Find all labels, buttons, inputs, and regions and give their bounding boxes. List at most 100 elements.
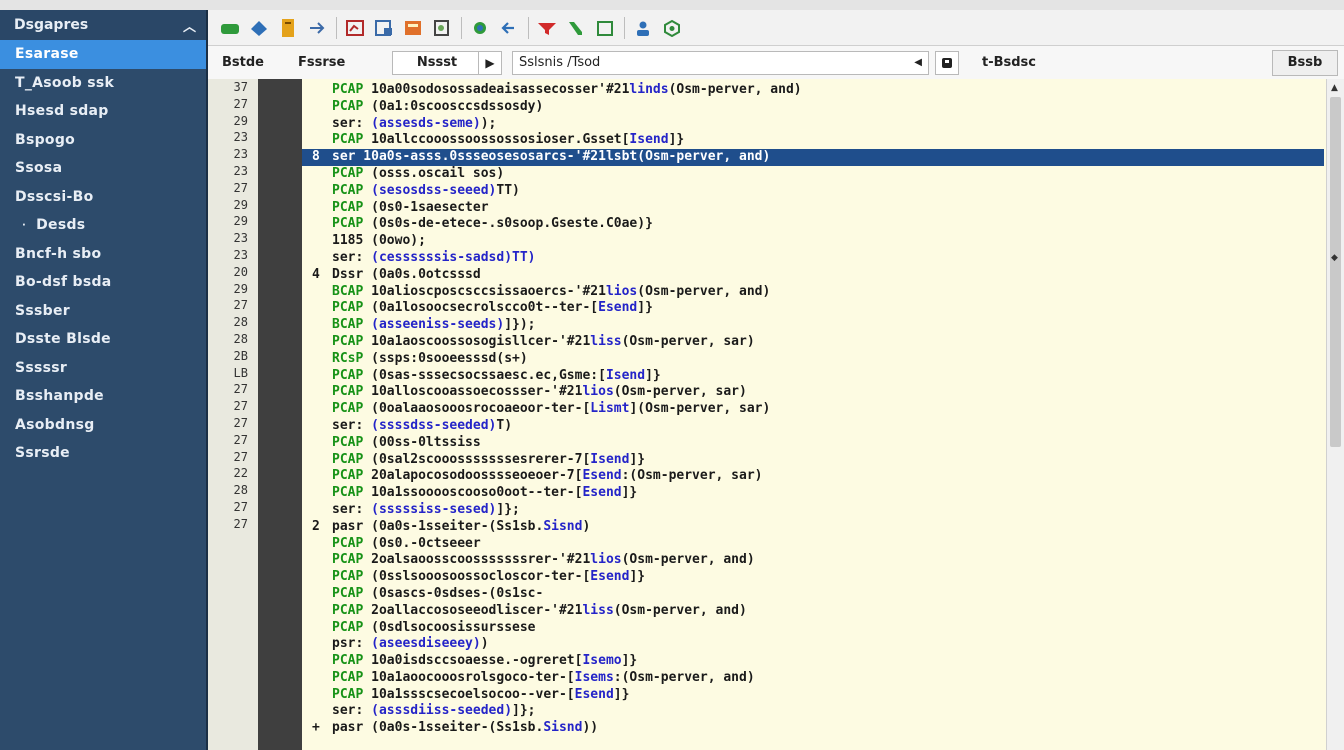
sidebar-item[interactable]: Ssrsde xyxy=(0,439,206,468)
code-line[interactable]: PCAP (00ss-0ltssiss xyxy=(302,435,1324,452)
back-arrow-icon[interactable] xyxy=(497,16,521,40)
filter-icon[interactable] xyxy=(535,16,559,40)
code-line[interactable]: ser: (ssssdss-seeded)T) xyxy=(302,418,1324,435)
code-tail: ]}; xyxy=(496,501,520,517)
code-line[interactable]: PCAP (0sas-sssecsocssaesc.ec,Gsme:[Isend… xyxy=(302,368,1324,385)
sidebar-item[interactable]: T_Asoob ssk xyxy=(0,69,206,98)
line-number: 37 xyxy=(233,80,248,94)
print-icon[interactable] xyxy=(372,16,396,40)
code-line[interactable]: PCAP 10alloscooassoecossser-'#21lios(Osm… xyxy=(302,384,1324,401)
code-tail: ]} xyxy=(621,653,638,669)
zoom-icon[interactable] xyxy=(430,16,454,40)
image-icon[interactable] xyxy=(401,16,425,40)
user-icon[interactable] xyxy=(631,16,655,40)
sidebar-item[interactable]: Bsshanpde xyxy=(0,382,206,411)
code-line[interactable]: PCAP 10a1aoocooosrolsgoco-ter-[Isems:(Os… xyxy=(302,670,1324,687)
sidebar-item-label: Esarase xyxy=(15,46,79,63)
sidebar-item[interactable]: Bncf-h sbo xyxy=(0,240,206,269)
sidebar-item[interactable]: Asobdnsg xyxy=(0,411,206,440)
chevron-up-icon[interactable]: ︿ xyxy=(183,16,196,35)
code-line[interactable]: PCAP 10a0isdsccsoaesse.-ogreret[Isemo]} xyxy=(302,653,1324,670)
code-line[interactable]: ser: (assesds-seme)); xyxy=(302,116,1324,133)
code-kw: PCAP xyxy=(332,485,364,501)
code-line[interactable]: PCAP 10a1aoscoossosogisllcer-'#21liss(Os… xyxy=(302,334,1324,351)
bookmark-button[interactable] xyxy=(935,50,959,75)
sidebar-item[interactable]: Dsste Blsde xyxy=(0,325,206,354)
sidebar-item[interactable]: Bspogo xyxy=(0,126,206,155)
code-kw: PCAP xyxy=(332,132,364,148)
code-line[interactable]: 4 Dssr (0a0s.0otcsssd xyxy=(302,267,1324,284)
sidebar-item[interactable]: Esarase xyxy=(0,40,206,69)
code-rest: (0sdlsocoosissurssese xyxy=(363,619,536,635)
sidebar-item[interactable]: Hsesd sdap xyxy=(0,97,206,126)
save-icon[interactable] xyxy=(247,16,271,40)
code-blu: lios xyxy=(590,552,622,568)
chart-icon[interactable] xyxy=(343,16,367,40)
code-line[interactable]: BCAP 10alioscposcsccsissaoercs-'#21lios(… xyxy=(302,284,1324,301)
sidebar-item[interactable]: Ssosa xyxy=(0,154,206,183)
sidebar-item-label: Desds xyxy=(36,217,86,234)
code-line[interactable]: PCAP (0sslsooosoossocloscor-ter-[Esend]} xyxy=(302,569,1324,586)
code-line[interactable]: ser: (asssdiiss-seeded)]}; xyxy=(302,703,1324,720)
code-line[interactable]: PCAP (0s0-1saesecter xyxy=(302,200,1324,217)
code-line[interactable]: PCAP (0s0s-de-etece-.s0soop.Gseste.C0ae)… xyxy=(302,216,1324,233)
refresh-icon[interactable] xyxy=(468,16,492,40)
code-line[interactable]: psr: (aseesdiseeey)) xyxy=(302,636,1324,653)
code-line[interactable]: PCAP 20alapocosodoosssseoeoer-7[Esend:(O… xyxy=(302,468,1324,485)
code-kw: ser: xyxy=(332,501,364,517)
code-line[interactable]: + pasr (0a0s-1sseiter-(Ss1sb.Sisnd)) xyxy=(302,720,1324,737)
code-line[interactable]: PCAP (0oalaaosooosrocoaeoor-ter-[Lismt](… xyxy=(302,401,1324,418)
code-line[interactable]: ser: (cessssssis-sadsd)TT) xyxy=(302,250,1324,267)
phone-icon[interactable] xyxy=(564,16,588,40)
code-line[interactable]: PCAP 10a1ssscsecoelsocoo--ver-[Esend]} xyxy=(302,687,1324,704)
sidebar-header[interactable]: Dsgapres ︿ xyxy=(0,10,206,40)
export-icon[interactable] xyxy=(305,16,329,40)
filter-input[interactable]: Sslsnis /Tsod ◀ xyxy=(512,50,929,75)
code-line[interactable]: PCAP (sesosdss-seeed)TT) xyxy=(302,183,1324,200)
sidebar-item[interactable]: Sssber xyxy=(0,297,206,326)
code-line[interactable]: PCAP 10allccooossoossossosioser.Gsset[Is… xyxy=(302,132,1324,149)
open-file-icon[interactable] xyxy=(218,16,242,40)
code-line[interactable]: PCAP 2oallaccososeeodliscer-'#21liss(Osm… xyxy=(302,603,1324,620)
sidebar-item[interactable]: Sssssr xyxy=(0,354,206,383)
code-line[interactable]: 2 pasr (0a0s-1sseiter-(Ss1sb.Sisnd) xyxy=(302,519,1324,536)
scrollbar-thumb[interactable] xyxy=(1330,97,1341,447)
code-line[interactable]: PCAP (0sal2scooosssssssesrerer-7[Isend]} xyxy=(302,452,1324,469)
apply-filter-button[interactable]: ▶ xyxy=(478,50,502,75)
code-editor[interactable]: 37 27 29 23 23 23 27 29 29 23 23 20 29 27 28 28 2B LB 27 27… xyxy=(208,79,1344,750)
sidebar-item[interactable]: · Desds xyxy=(0,211,206,240)
code-line[interactable]: 1185 (0owo); xyxy=(302,233,1324,250)
code-line[interactable]: PCAP 10a1ssooooscooso0oot--ter-[Esend]} xyxy=(302,485,1324,502)
code-rest xyxy=(363,636,371,651)
selected-code-line[interactable]: 8 ser 10a0s-asss.0ssseosesosarcs-'#21lsbt… xyxy=(302,149,1324,166)
sidebar: Dsgapres ︿ Esarase T_Asoob ssk Hsesd sdap B… xyxy=(0,10,208,750)
caret-left-icon[interactable]: ◀ xyxy=(914,57,922,68)
code-line[interactable]: PCAP 10a00sodosossadeaisassecosser'#21li… xyxy=(302,82,1324,99)
code-rest: (0sal2scooosssssssesrerer-7[ xyxy=(363,451,591,467)
code-blu: linds xyxy=(629,82,669,97)
filter-dropdown[interactable]: Nssst xyxy=(392,50,482,75)
code-line[interactable]: RCsP (ssps:0sooeesssd(s+) xyxy=(302,351,1324,368)
sidebar-item[interactable]: Dsscsi-Bo xyxy=(0,183,206,212)
sidebar-item[interactable]: Bo-dsf bsda xyxy=(0,268,206,297)
code-mark: + xyxy=(312,720,320,736)
settings-icon[interactable] xyxy=(660,16,684,40)
code-kw: ser: xyxy=(332,703,364,719)
code-line[interactable]: PCAP 2oalsaoosscoosssssssrer-'#21lios(Os… xyxy=(302,552,1324,569)
window-icon[interactable] xyxy=(593,16,617,40)
code-kw: PCAP xyxy=(332,165,364,181)
scroll-up-icon[interactable]: ▲ xyxy=(1331,83,1338,93)
vertical-scrollbar[interactable]: ▲ ◆ xyxy=(1326,79,1344,750)
action-button-label: Bssb xyxy=(1287,55,1323,70)
code-line[interactable]: PCAP (0a1losoocsecrolscco0t--ter-[Esend]… xyxy=(302,300,1324,317)
code-line[interactable]: ser: (sssssiss-sesed)]}; xyxy=(302,502,1324,519)
code-line[interactable]: PCAP (osss.oscail sos) xyxy=(302,166,1324,183)
code-line[interactable]: PCAP (0a1:0scoosccsdssosdy) xyxy=(302,99,1324,116)
code-line[interactable]: PCAP (0s0.-0ctseeer xyxy=(302,536,1324,553)
code-line[interactable]: BCAP (asseeniss-seeds)]}); xyxy=(302,317,1324,334)
code-line[interactable]: PCAP (0sdlsocoosissurssese xyxy=(302,620,1324,637)
document-icon[interactable] xyxy=(276,16,300,40)
code-line[interactable]: PCAP (0sascs-0sdses-(0s1sc- xyxy=(302,586,1324,603)
code-blu: Isend xyxy=(605,367,646,383)
action-button[interactable]: Bssb xyxy=(1272,49,1338,76)
